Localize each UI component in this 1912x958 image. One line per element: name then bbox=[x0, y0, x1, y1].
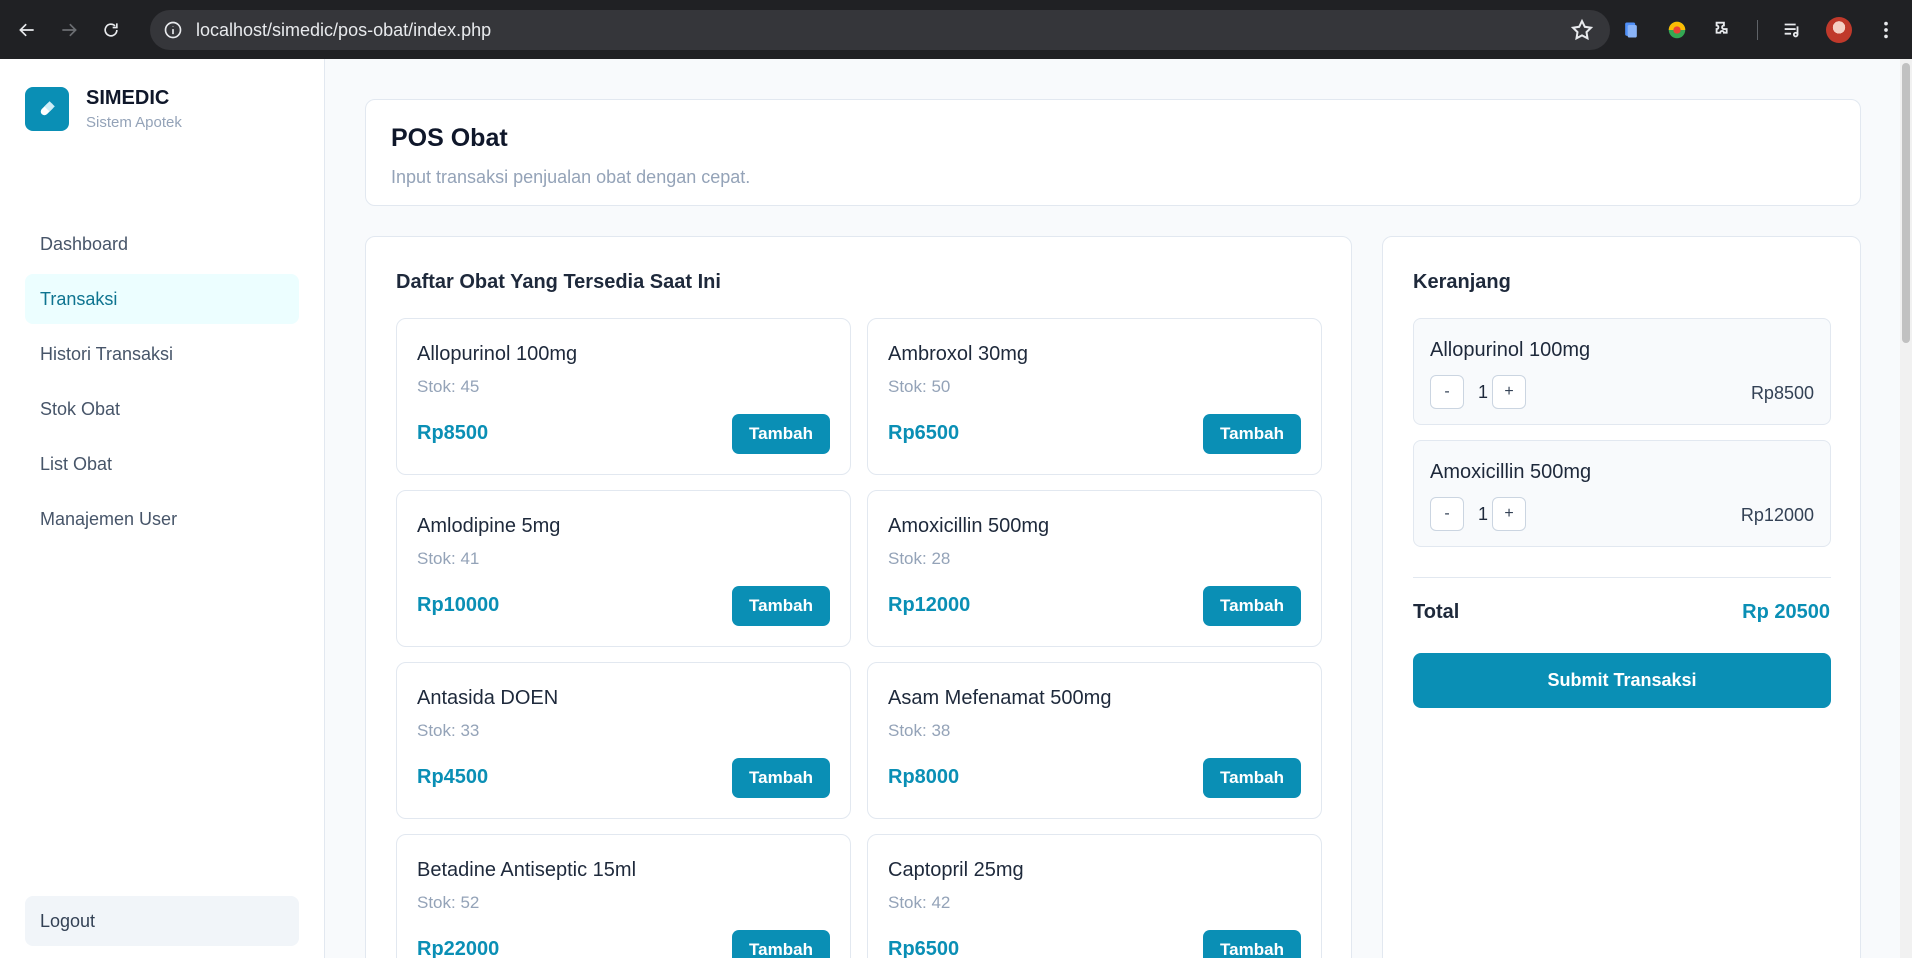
product-card: Captopril 25mg Stok: 42 Rp6500 Tambah bbox=[867, 834, 1322, 958]
product-stock: Stok: 28 bbox=[888, 549, 951, 568]
product-card: Asam Mefenamat 500mg Stok: 38 Rp8000 Tam… bbox=[867, 662, 1322, 819]
scrollbar-thumb[interactable] bbox=[1902, 63, 1910, 343]
sidebar-item-dashboard[interactable]: Dashboard bbox=[25, 219, 299, 269]
add-to-cart-button[interactable]: Tambah bbox=[732, 586, 830, 626]
cart-title: Keranjang bbox=[1413, 271, 1511, 293]
sidebar-item-manajemen-user[interactable]: Manajemen User bbox=[25, 494, 299, 544]
cart-item-qty: 1 bbox=[1477, 504, 1488, 524]
reload-icon[interactable] bbox=[96, 15, 126, 45]
product-name: Allopurinol 100mg bbox=[417, 343, 578, 365]
sidebar-item-stok-obat[interactable]: Stok Obat bbox=[25, 384, 299, 434]
media-icon[interactable] bbox=[1780, 18, 1804, 42]
toolbar-divider bbox=[1757, 19, 1758, 40]
product-card: Ambroxol 30mg Stok: 50 Rp6500 Tambah bbox=[867, 318, 1322, 475]
page-title: POS Obat bbox=[391, 124, 508, 152]
add-to-cart-button[interactable]: Tambah bbox=[732, 758, 830, 798]
page-scrollbar[interactable] bbox=[1900, 59, 1912, 958]
product-name: Asam Mefenamat 500mg bbox=[888, 687, 1112, 709]
product-list-card: Daftar Obat Yang Tersedia Saat Ini Allop… bbox=[365, 236, 1352, 958]
submit-transaction-button[interactable]: Submit Transaksi bbox=[1413, 653, 1831, 708]
color-extension-icon[interactable] bbox=[1665, 18, 1689, 42]
decrease-qty-button[interactable]: - bbox=[1430, 375, 1464, 409]
cart-item-qty: 1 bbox=[1477, 382, 1488, 402]
product-card: Allopurinol 100mg Stok: 45 Rp8500 Tambah bbox=[396, 318, 851, 475]
cart-card: Keranjang Allopurinol 100mg - 1 + Rp8500… bbox=[1382, 236, 1861, 958]
product-price: Rp8500 bbox=[417, 422, 489, 444]
product-price: Rp22000 bbox=[417, 938, 500, 958]
cart-item-price: Rp8500 bbox=[1750, 383, 1814, 403]
product-stock: Stok: 50 bbox=[888, 377, 951, 396]
star-icon[interactable] bbox=[1570, 18, 1594, 42]
extension-icon[interactable] bbox=[1711, 18, 1735, 42]
product-name: Amoxicillin 500mg bbox=[888, 515, 1050, 537]
decrease-qty-button[interactable]: - bbox=[1430, 497, 1464, 531]
total-label: Total bbox=[1413, 601, 1460, 623]
cart-item-name: Amoxicillin 500mg bbox=[1430, 461, 1592, 483]
back-icon[interactable] bbox=[12, 15, 42, 45]
address-bar[interactable]: localhost/simedic/pos-obat/index.php bbox=[150, 10, 1610, 50]
product-name: Antasida DOEN bbox=[417, 687, 559, 709]
product-price: Rp6500 bbox=[888, 938, 960, 958]
product-card: Antasida DOEN Stok: 33 Rp4500 Tambah bbox=[396, 662, 851, 819]
product-stock: Stok: 38 bbox=[888, 721, 951, 740]
cart-divider bbox=[1413, 577, 1831, 578]
browser-toolbar: localhost/simedic/pos-obat/index.php bbox=[0, 0, 1912, 59]
add-to-cart-button[interactable]: Tambah bbox=[732, 414, 830, 454]
product-card: Amlodipine 5mg Stok: 41 Rp10000 Tambah bbox=[396, 490, 851, 647]
product-price: Rp8000 bbox=[888, 766, 960, 788]
product-list-title: Daftar Obat Yang Tersedia Saat Ini bbox=[396, 271, 721, 293]
product-stock: Stok: 33 bbox=[417, 721, 480, 740]
add-to-cart-button[interactable]: Tambah bbox=[1203, 758, 1301, 798]
product-card: Amoxicillin 500mg Stok: 28 Rp12000 Tamba… bbox=[867, 490, 1322, 647]
page-subtitle: Input transaksi penjualan obat dengan ce… bbox=[391, 167, 751, 187]
increase-qty-button[interactable]: + bbox=[1492, 375, 1526, 409]
product-name: Betadine Antiseptic 15ml bbox=[417, 859, 637, 881]
sidebar-item-transaksi[interactable]: Transaksi bbox=[25, 274, 299, 324]
product-stock: Stok: 41 bbox=[417, 549, 480, 568]
product-price: Rp4500 bbox=[417, 766, 489, 788]
logout-button[interactable]: Logout bbox=[25, 896, 299, 946]
add-to-cart-button[interactable]: Tambah bbox=[1203, 930, 1301, 958]
increase-qty-button[interactable]: + bbox=[1492, 497, 1526, 531]
product-stock: Stok: 42 bbox=[888, 893, 951, 912]
total-value: Rp 20500 bbox=[1742, 601, 1830, 623]
cart-item: Allopurinol 100mg - 1 + Rp8500 bbox=[1413, 318, 1831, 425]
sidebar-item-histori-transaksi[interactable]: Histori Transaksi bbox=[25, 329, 299, 379]
product-price: Rp10000 bbox=[417, 594, 500, 616]
product-stock: Stok: 52 bbox=[417, 893, 480, 912]
product-price: Rp6500 bbox=[888, 422, 960, 444]
cart-item-price: Rp12000 bbox=[1740, 505, 1814, 525]
product-stock: Stok: 45 bbox=[417, 377, 480, 396]
sidebar-menu: Dashboard Transaksi Histori Transaksi St… bbox=[25, 219, 299, 549]
product-price: Rp12000 bbox=[888, 594, 971, 616]
product-name: Ambroxol 30mg bbox=[888, 343, 1029, 365]
product-card: Betadine Antiseptic 15ml Stok: 52 Rp2200… bbox=[396, 834, 851, 958]
profile-avatar[interactable] bbox=[1826, 16, 1852, 43]
document-extension-icon[interactable] bbox=[1619, 18, 1643, 42]
page-header: POS Obat Input transaksi penjualan obat … bbox=[365, 99, 1861, 206]
forward-icon[interactable] bbox=[54, 15, 84, 45]
cart-item: Amoxicillin 500mg - 1 + Rp12000 bbox=[1413, 440, 1831, 547]
product-name: Captopril 25mg bbox=[888, 859, 1024, 881]
sidebar: SIMEDIC Sistem Apotek Dashboard Transaks… bbox=[0, 59, 325, 958]
cart-item-name: Allopurinol 100mg bbox=[1430, 339, 1591, 361]
info-icon[interactable] bbox=[162, 19, 184, 41]
brand-subtitle: Sistem Apotek bbox=[86, 114, 182, 131]
add-to-cart-button[interactable]: Tambah bbox=[732, 930, 830, 958]
add-to-cart-button[interactable]: Tambah bbox=[1203, 586, 1301, 626]
pill-icon bbox=[25, 87, 69, 131]
product-name: Amlodipine 5mg bbox=[417, 515, 561, 537]
brand-name: SIMEDIC bbox=[86, 87, 170, 109]
url-text[interactable]: localhost/simedic/pos-obat/index.php bbox=[196, 20, 491, 41]
add-to-cart-button[interactable]: Tambah bbox=[1203, 414, 1301, 454]
menu-icon[interactable] bbox=[1874, 18, 1898, 42]
sidebar-item-list-obat[interactable]: List Obat bbox=[25, 439, 299, 489]
brand[interactable]: SIMEDIC Sistem Apotek bbox=[25, 87, 182, 131]
